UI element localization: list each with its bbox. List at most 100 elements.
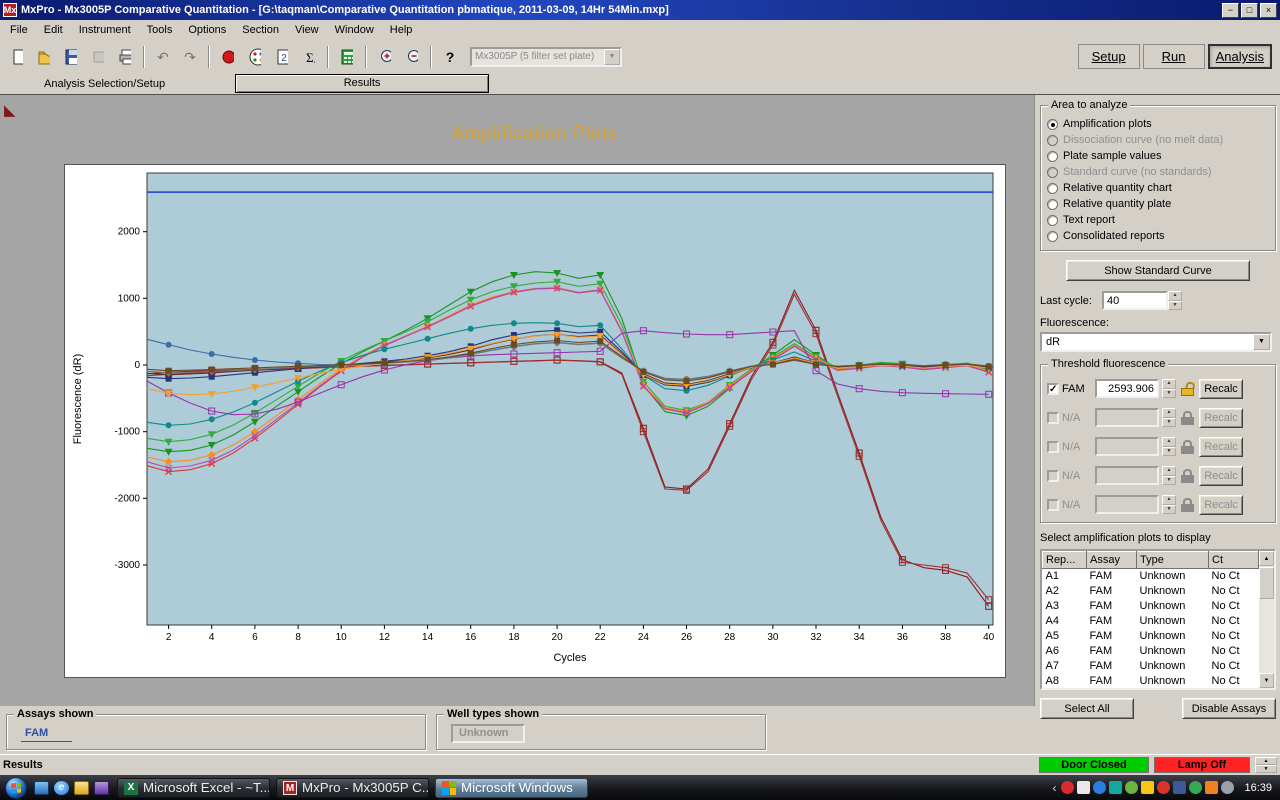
tab-analysis-selection-setup[interactable]: Analysis Selection/Setup (32, 76, 177, 92)
spin-down-icon[interactable]: ▼ (1162, 388, 1176, 398)
last-cycle-stepper[interactable]: ▲ ▼ (1168, 291, 1182, 310)
table-row[interactable]: A7 FAM Unknown No Ct (1043, 658, 1259, 673)
disable-assays-button[interactable]: Disable Assays (1182, 698, 1276, 719)
open-button[interactable] (31, 43, 57, 70)
scroll-up-icon[interactable]: ▲ (1255, 757, 1277, 765)
tray-icon-5[interactable] (1125, 781, 1139, 794)
scroll-down-icon[interactable]: ▼ (1255, 765, 1277, 773)
radio-text-report[interactable]: Text report (1047, 212, 1269, 228)
unlocked-icon[interactable] (1181, 380, 1196, 396)
tray-icon-4[interactable] (1109, 781, 1123, 794)
assay-fam-label[interactable]: FAM (21, 727, 73, 742)
show-desktop-icon[interactable] (34, 780, 49, 795)
help-button[interactable]: ? (437, 43, 463, 70)
clock[interactable]: 16:39 (1244, 782, 1272, 794)
column-header-ct[interactable]: Ct (1208, 551, 1259, 569)
zoom-in-button[interactable] (372, 43, 398, 70)
table-scrollbar[interactable]: ▲ ▼ (1259, 551, 1274, 688)
select-all-button[interactable]: Select All (1040, 698, 1134, 719)
table-row[interactable]: A8 FAM Unknown No Ct (1043, 673, 1259, 688)
explorer-folder-icon[interactable] (74, 780, 89, 795)
tray-icon-6[interactable] (1141, 781, 1155, 794)
fluorescence-dropdown[interactable]: dR ▼ (1040, 332, 1272, 352)
scroll-down-icon[interactable]: ▼ (1259, 673, 1274, 688)
redo-button[interactable]: ↷ (177, 43, 203, 70)
print-button[interactable] (112, 43, 138, 70)
amplification-plot-canvas[interactable]: 200010000-1000-2000-30002 4 6 8 10 12 14 16 18 20… (65, 165, 1005, 677)
analysis-mode-button[interactable]: Analysis (1207, 44, 1272, 69)
analysis-terms-button[interactable]: ΣΔ (296, 43, 322, 70)
record-button[interactable] (215, 43, 241, 70)
svg-text:Fluorescence (dR): Fluorescence (dR) (72, 354, 84, 444)
tray-expand-icon[interactable]: ‹ (1052, 781, 1056, 795)
tray-icon-11[interactable] (1221, 781, 1235, 794)
status-scroll-control[interactable]: ▲ ▼ (1255, 757, 1277, 773)
tray-icon-9[interactable] (1189, 781, 1203, 794)
table-row[interactable]: A6 FAM Unknown No Ct (1043, 643, 1259, 658)
minimize-button[interactable]: − (1222, 2, 1239, 18)
menu-item-instrument[interactable]: Instrument (71, 21, 139, 39)
menu-item-file[interactable]: File (2, 21, 36, 39)
undo-button[interactable]: ↶ (150, 43, 176, 70)
spin-down-icon[interactable]: ▼ (1168, 300, 1182, 310)
import-button[interactable] (85, 43, 111, 70)
tray-icon-2[interactable] (1077, 781, 1091, 794)
menu-item-options[interactable]: Options (180, 21, 234, 39)
table-row[interactable]: A4 FAM Unknown No Ct (1043, 613, 1259, 628)
zoom-out-button[interactable] (399, 43, 425, 70)
locked-icon (1181, 410, 1194, 425)
last-cycle-input[interactable] (1102, 291, 1168, 310)
radio-consolidated-reports[interactable]: Consolidated reports (1047, 228, 1269, 244)
threshold-stepper[interactable]: ▲ ▼ (1162, 379, 1176, 398)
spin-up-icon[interactable]: ▲ (1168, 291, 1182, 301)
menu-item-section[interactable]: Section (234, 21, 287, 39)
table-row[interactable]: A5 FAM Unknown No Ct (1043, 628, 1259, 643)
menu-item-edit[interactable]: Edit (36, 21, 71, 39)
menu-item-help[interactable]: Help (382, 21, 421, 39)
tray-icon-3[interactable] (1093, 781, 1107, 794)
radio-relative-quantity-plate[interactable]: Relative quantity plate (1047, 196, 1269, 212)
tray-icon-8[interactable] (1173, 781, 1187, 794)
scroll-up-icon[interactable]: ▲ (1259, 551, 1274, 566)
recalc-button[interactable]: Recalc (1199, 378, 1243, 399)
run-mode-button[interactable]: Run (1142, 44, 1205, 69)
media-player-icon[interactable] (94, 780, 109, 795)
taskbar-item-mxpro[interactable]: M MxPro - Mx3005P C... (276, 777, 429, 798)
start-button[interactable] (5, 776, 27, 799)
plate-setup-button[interactable] (242, 43, 268, 70)
menu-item-view[interactable]: View (287, 21, 327, 39)
scrollbar-thumb[interactable] (1259, 567, 1274, 599)
plate-type-dropdown[interactable]: Mx3005P (5 filter set plate) ▼ (470, 46, 622, 67)
taskbar-item-windows[interactable]: Microsoft Windows (435, 777, 588, 798)
collapse-panel-arrow-icon[interactable]: ◣ (4, 103, 16, 118)
table-row[interactable]: A3 FAM Unknown No Ct (1043, 598, 1259, 613)
column-header-replicate[interactable]: Rep... (1042, 551, 1087, 569)
setup-mode-button[interactable]: Setup (1077, 44, 1140, 69)
new-button[interactable] (4, 43, 30, 70)
show-standard-curve-button[interactable]: Show Standard Curve (1066, 260, 1250, 281)
column-header-assay[interactable]: Assay (1086, 551, 1137, 569)
spin-up-icon[interactable]: ▲ (1162, 379, 1176, 389)
fam-checkbox[interactable]: ✓ (1047, 382, 1059, 395)
menu-item-tools[interactable]: Tools (139, 21, 181, 39)
radio-amplification-plots[interactable]: Amplification plots (1047, 116, 1269, 132)
taskbar-item-excel[interactable]: X Microsoft Excel - ~T... (117, 777, 270, 798)
tray-icon-7[interactable] (1157, 781, 1171, 794)
tray-icon-1[interactable] (1061, 781, 1075, 794)
maximize-button[interactable]: □ (1241, 2, 1258, 18)
well-type-unknown-label[interactable]: Unknown (451, 724, 525, 743)
tab-results[interactable]: Results (235, 74, 490, 93)
internet-explorer-icon[interactable]: e (54, 780, 69, 795)
fam-threshold-input[interactable] (1095, 379, 1159, 398)
save-button[interactable] (58, 43, 84, 70)
close-button[interactable]: × (1260, 2, 1277, 18)
calculator-button[interactable] (334, 43, 360, 70)
radio-plate-sample-values[interactable]: Plate sample values (1047, 148, 1269, 164)
well-information-button[interactable]: 2 (269, 43, 295, 70)
menu-item-window[interactable]: Window (327, 21, 382, 39)
radio-relative-quantity-chart[interactable]: Relative quantity chart (1047, 180, 1269, 196)
table-row[interactable]: A1 FAM Unknown No Ct (1043, 569, 1259, 584)
column-header-type[interactable]: Type (1136, 551, 1209, 569)
table-row[interactable]: A2 FAM Unknown No Ct (1043, 583, 1259, 598)
tray-icon-10[interactable] (1205, 781, 1219, 794)
